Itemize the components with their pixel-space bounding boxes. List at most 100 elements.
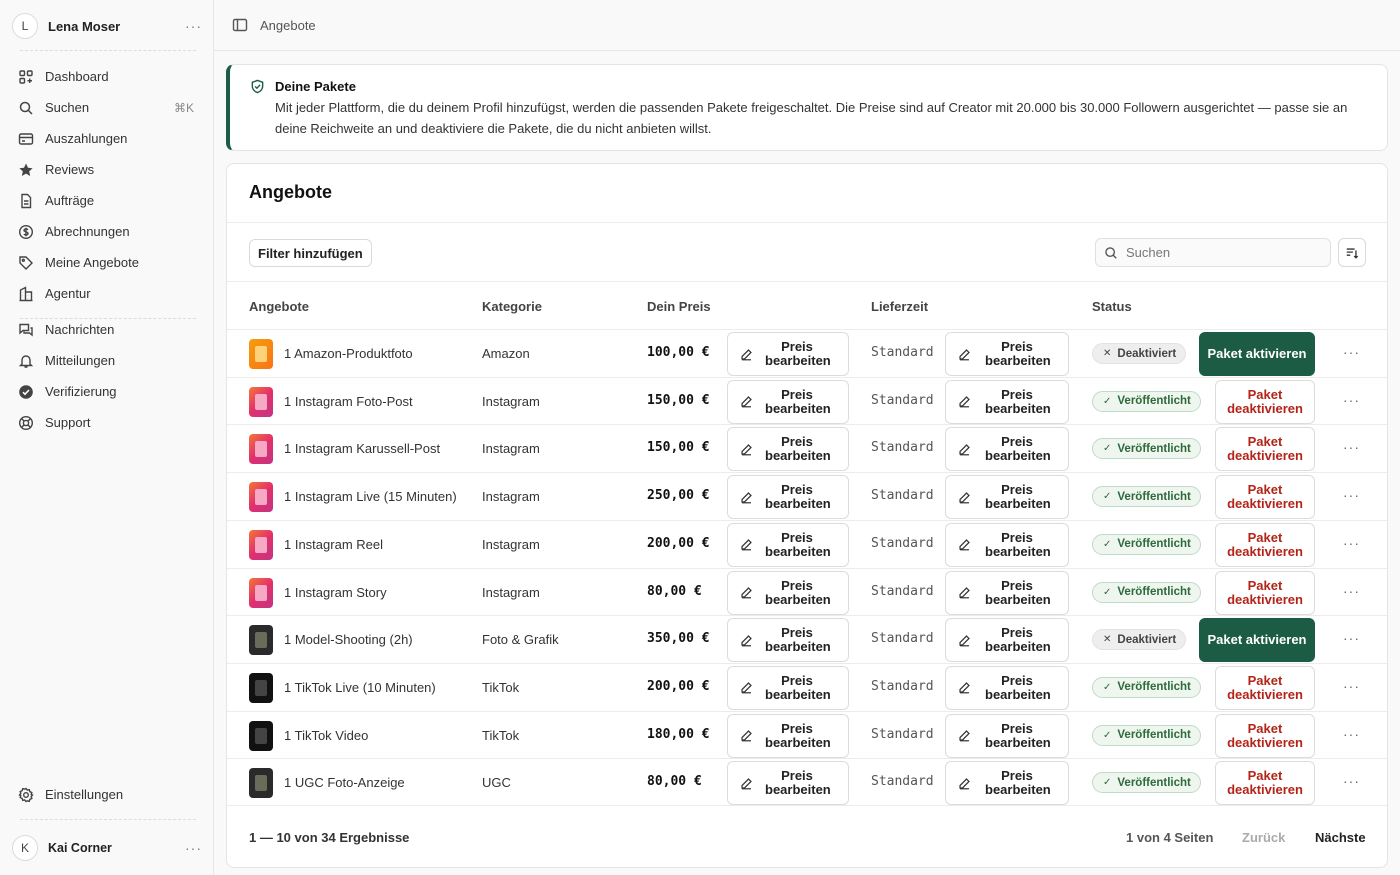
nav-item-verification[interactable]: Verifizierung: [12, 376, 202, 407]
edit-price-label: Preis bearbeiten: [985, 768, 1051, 798]
deactivate-package-button[interactable]: Paket deaktivieren: [1215, 522, 1315, 567]
row-menu-icon[interactable]: ···: [1343, 439, 1360, 455]
edit-price-button[interactable]: Preis bearbeiten: [727, 713, 849, 758]
column-header-offer[interactable]: Angebote: [249, 299, 309, 314]
activate-package-button[interactable]: Paket aktivieren: [1199, 332, 1315, 376]
edit-lead-time-button[interactable]: Preis bearbeiten: [945, 665, 1069, 710]
edit-price-button[interactable]: Preis bearbeiten: [727, 570, 849, 615]
offer-thumbnail: [249, 720, 273, 751]
edit-price-button[interactable]: Preis bearbeiten: [727, 618, 849, 663]
table-row: 1 Instagram Foto-Post Instagram 150,00 € Pr…: [227, 376, 1387, 425]
search-shortcut: ⌘K: [173, 100, 194, 115]
edit-price-button[interactable]: Preis bearbeiten: [727, 475, 849, 520]
pencil-icon: [741, 396, 752, 408]
row-menu-icon[interactable]: ···: [1343, 726, 1360, 742]
offer-category: UGC: [482, 775, 511, 791]
status-label: Veröffentlicht: [1117, 776, 1191, 789]
workspace-menu-icon[interactable]: ···: [185, 18, 202, 34]
offer-thumbnail: [249, 482, 273, 513]
edit-lead-time-button[interactable]: Preis bearbeiten: [945, 522, 1069, 567]
previous-page-button[interactable]: Zurück: [1242, 830, 1285, 845]
edit-price-button[interactable]: Preis bearbeiten: [727, 761, 849, 806]
activate-package-button[interactable]: Paket aktivieren: [1199, 618, 1315, 663]
divider: [227, 281, 1387, 282]
deactivate-package-button[interactable]: Paket deaktivieren: [1215, 475, 1315, 520]
sidebar-toggle-icon[interactable]: [232, 17, 248, 33]
nav-item-reviews[interactable]: Reviews: [12, 154, 202, 185]
sort-button[interactable]: [1338, 238, 1366, 267]
divider: [227, 805, 1387, 806]
offer-thumbnail: [249, 434, 273, 465]
status-label: Veröffentlicht: [1117, 681, 1191, 694]
column-header-price[interactable]: Dein Preis: [647, 299, 711, 314]
row-menu-icon[interactable]: ···: [1343, 392, 1360, 408]
edit-lead-time-button[interactable]: Preis bearbeiten: [945, 379, 1069, 424]
row-menu-icon[interactable]: ···: [1343, 678, 1360, 694]
nav-item-billing[interactable]: Abrechnungen: [12, 216, 202, 247]
deactivate-package-button[interactable]: Paket deaktivieren: [1215, 761, 1315, 806]
nav-item-messages[interactable]: Nachrichten: [12, 314, 202, 345]
edit-price-label: Preis bearbeiten: [985, 434, 1051, 464]
offers-card: Angebote Filter hinzufügen Angebote Kate…: [226, 163, 1388, 868]
column-header-status[interactable]: Status: [1092, 299, 1132, 314]
edit-price-button[interactable]: Preis bearbeiten: [727, 522, 849, 567]
deactivate-package-button[interactable]: Paket deaktivieren: [1215, 427, 1315, 472]
next-page-button[interactable]: Nächste: [1315, 830, 1366, 845]
offer-name: 1 Model-Shooting (2h): [284, 632, 413, 648]
edit-price-button[interactable]: Preis bearbeiten: [727, 379, 849, 424]
workspace-switcher[interactable]: L Lena Moser ···: [12, 12, 202, 40]
edit-price-label: Preis bearbeiten: [985, 386, 1051, 416]
topbar: Angebote: [214, 0, 1400, 51]
edit-lead-time-button[interactable]: Preis bearbeiten: [945, 618, 1069, 663]
user-menu-icon[interactable]: ···: [185, 840, 202, 856]
edit-lead-time-button[interactable]: Preis bearbeiten: [945, 713, 1069, 758]
nav-item-settings[interactable]: Einstellungen: [12, 779, 202, 810]
add-filter-button[interactable]: Filter hinzufügen: [249, 239, 372, 267]
breadcrumb: Angebote: [260, 17, 316, 33]
deactivate-package-button[interactable]: Paket deaktivieren: [1215, 570, 1315, 615]
nav-item-dashboard[interactable]: Dashboard: [12, 61, 202, 92]
row-menu-icon[interactable]: ···: [1343, 773, 1360, 789]
nav-label: Support: [45, 415, 91, 430]
column-header-lead-time[interactable]: Lieferzeit: [871, 299, 928, 314]
settings-nav: Einstellungen: [12, 779, 202, 810]
row-menu-icon[interactable]: ···: [1343, 583, 1360, 599]
search-input[interactable]: [1126, 245, 1316, 260]
tag-icon: [19, 255, 33, 270]
offer-lead-time: Standard: [871, 678, 934, 694]
edit-price-button[interactable]: Preis bearbeiten: [727, 427, 849, 472]
nav-item-my-offers[interactable]: Meine Angebote: [12, 247, 202, 278]
deactivate-package-button[interactable]: Paket deaktivieren: [1215, 379, 1315, 424]
pencil-icon: [959, 348, 970, 360]
edit-lead-time-button[interactable]: Preis bearbeiten: [945, 332, 1069, 376]
row-menu-icon[interactable]: ···: [1343, 630, 1360, 646]
offer-price: 80,00 €: [647, 774, 702, 790]
edit-price-button[interactable]: Preis bearbeiten: [727, 665, 849, 710]
deactivate-package-button[interactable]: Paket deaktivieren: [1215, 713, 1315, 758]
column-header-category[interactable]: Kategorie: [482, 299, 542, 314]
table-row: 1 Instagram Karussell-Post Instagram 150,0…: [227, 424, 1387, 472]
edit-price-button[interactable]: Preis bearbeiten: [727, 332, 849, 376]
nav-item-search[interactable]: Suchen ⌘K: [12, 92, 202, 123]
nav-item-payouts[interactable]: Auszahlungen: [12, 123, 202, 154]
row-menu-icon[interactable]: ···: [1343, 344, 1360, 360]
nav-item-agency[interactable]: Agentur: [12, 278, 202, 309]
nav-label: Verifizierung: [45, 384, 117, 399]
nav-item-orders[interactable]: Aufträge: [12, 185, 202, 216]
offer-lead-time: Standard: [871, 488, 934, 504]
nav-item-support[interactable]: Support: [12, 407, 202, 438]
nav-label: Abrechnungen: [45, 224, 130, 239]
check-icon: ✓: [1103, 681, 1112, 693]
nav-item-notifications[interactable]: Mitteilungen: [12, 345, 202, 376]
edit-lead-time-button[interactable]: Preis bearbeiten: [945, 761, 1069, 806]
row-menu-icon[interactable]: ···: [1343, 487, 1360, 503]
user-menu[interactable]: K Kai Corner ···: [12, 834, 202, 862]
edit-lead-time-button[interactable]: Preis bearbeiten: [945, 570, 1069, 615]
deactivate-package-button[interactable]: Paket deaktivieren: [1215, 665, 1315, 710]
star-icon: [19, 163, 33, 176]
row-menu-icon[interactable]: ···: [1343, 535, 1360, 551]
offer-category: Instagram: [482, 536, 540, 552]
edit-lead-time-button[interactable]: Preis bearbeiten: [945, 427, 1069, 472]
edit-lead-time-button[interactable]: Preis bearbeiten: [945, 475, 1069, 520]
offer-thumbnail: [249, 577, 273, 608]
